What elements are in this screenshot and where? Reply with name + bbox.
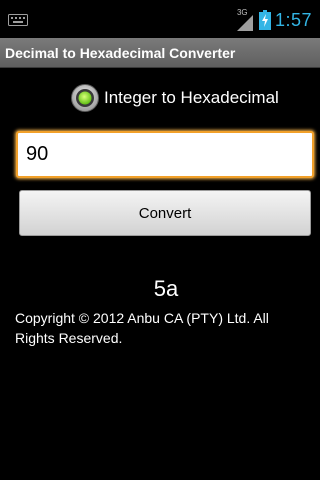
title-bar: Decimal to Hexadecimal Converter <box>0 38 320 68</box>
keyboard-icon <box>8 14 28 26</box>
app-title: Decimal to Hexadecimal Converter <box>5 45 236 61</box>
status-indicators: 3G 1:57 <box>236 8 312 32</box>
network-indicator: 3G <box>236 9 255 31</box>
signal-icon <box>236 15 253 31</box>
integer-to-hex-radio[interactable]: Integer to Hexadecimal <box>70 82 279 114</box>
hex-result: 5a <box>153 276 179 301</box>
battery-charging-icon <box>258 10 271 30</box>
radio-selected-icon <box>71 84 99 112</box>
status-bar: 3G 1:57 <box>0 0 320 38</box>
convert-button[interactable]: Convert <box>19 190 311 236</box>
integer-to-hex-label: Integer to Hexadecimal <box>104 88 279 107</box>
decimal-input[interactable] <box>16 131 314 178</box>
clock: 1:57 <box>274 10 312 30</box>
copyright-text: Copyright © 2012 Anbu CA (PTY) Ltd. All … <box>15 310 269 346</box>
